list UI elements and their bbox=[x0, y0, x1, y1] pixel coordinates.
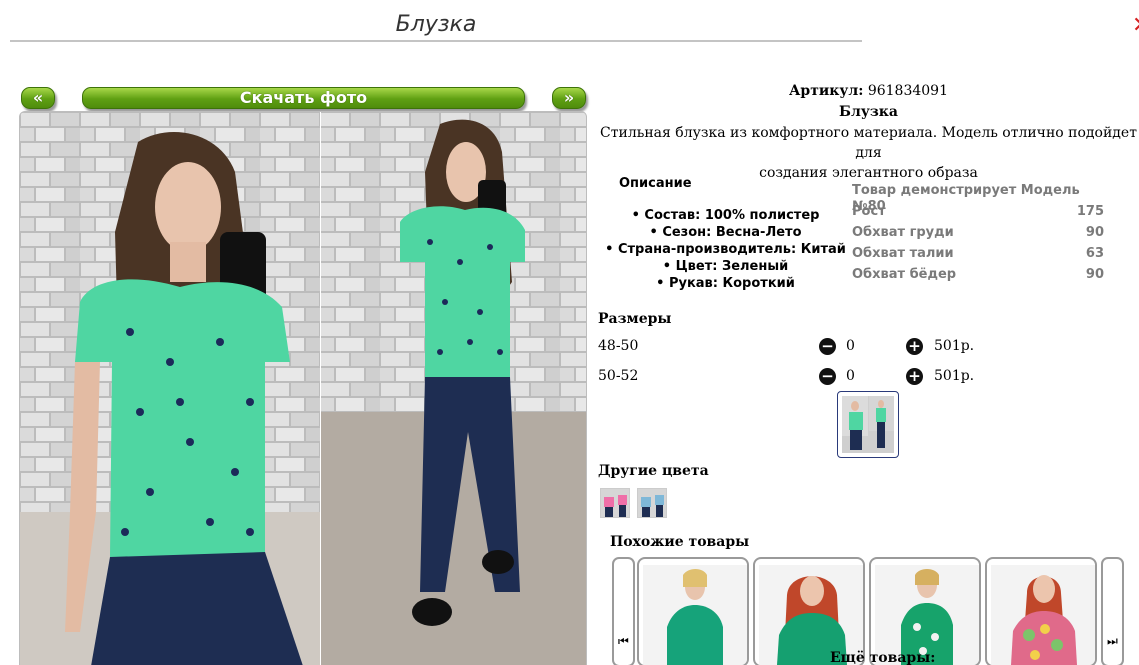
model-measurements: Товар демонстрирует Модель №80 Рост 175 … bbox=[852, 183, 1104, 288]
color-variant-blue[interactable] bbox=[637, 488, 667, 518]
product-description: Стильная блузка из комфортного материала… bbox=[598, 123, 1139, 183]
model-row: Обхват груди 90 bbox=[852, 225, 1104, 246]
article-label: Артикул: bbox=[789, 83, 864, 99]
size-label: 50-52 bbox=[598, 368, 639, 384]
details-item: Страна-производитель: Китай bbox=[598, 241, 853, 258]
similar-product-image bbox=[643, 565, 747, 665]
sizes-heading: Размеры bbox=[598, 311, 672, 327]
product-photo-image bbox=[20, 112, 586, 665]
details-item: Состав: 100% полистер bbox=[598, 207, 853, 224]
carousel-next-button[interactable]: ⏭ bbox=[1101, 557, 1124, 665]
increase-quantity-button[interactable]: + bbox=[906, 368, 923, 385]
quantity-value: 0 bbox=[846, 368, 855, 384]
previous-photo-button[interactable]: « bbox=[21, 87, 55, 109]
increase-quantity-button[interactable]: + bbox=[906, 338, 923, 355]
price: 501р. bbox=[934, 368, 975, 384]
model-row: Обхват талии 63 bbox=[852, 246, 1104, 267]
similar-heading: Похожие товары bbox=[610, 534, 750, 550]
model-row-value: 175 bbox=[1076, 204, 1104, 219]
product-photo bbox=[19, 111, 587, 665]
model-row-value: 90 bbox=[1085, 225, 1104, 240]
product-name: Блузка bbox=[839, 104, 898, 120]
details-item: Рукав: Короткий bbox=[598, 275, 853, 292]
model-row: Обхват бёдер 90 bbox=[852, 267, 1104, 288]
similar-product-card[interactable] bbox=[869, 557, 981, 665]
photo-thumbnail[interactable] bbox=[837, 391, 899, 458]
more-goods-link[interactable]: Ещё товары: bbox=[830, 650, 935, 665]
quantity-value: 0 bbox=[846, 338, 855, 354]
details-item: Сезон: Весна-Лето bbox=[598, 224, 853, 241]
photo-thumbnail-image bbox=[842, 396, 894, 453]
article-line: Артикул: 961834091 bbox=[598, 83, 1139, 99]
model-row-value: 90 bbox=[1085, 267, 1104, 282]
size-row: 48-50 − 0 + 501р. bbox=[598, 338, 998, 358]
article-value: 961834091 bbox=[867, 83, 948, 99]
close-icon[interactable]: ✕ bbox=[1132, 14, 1139, 38]
skip-forward-icon: ⏭ bbox=[1107, 634, 1118, 648]
model-row-label: Обхват груди bbox=[852, 225, 954, 240]
decrease-quantity-button[interactable]: − bbox=[819, 338, 836, 355]
details-heading: Описание bbox=[619, 176, 692, 191]
similar-product-card[interactable] bbox=[985, 557, 1097, 665]
color-variant-image bbox=[601, 489, 629, 517]
model-row-label: Обхват талии bbox=[852, 246, 954, 261]
details-item: Цвет: Зеленый bbox=[598, 258, 853, 275]
download-photo-button[interactable]: Скачать фото bbox=[82, 87, 525, 109]
model-row-label: Рост bbox=[852, 204, 886, 219]
other-colors-heading: Другие цвета bbox=[598, 463, 709, 479]
carousel-prev-button[interactable]: ⏮ bbox=[612, 557, 635, 665]
color-variant-pink[interactable] bbox=[600, 488, 630, 518]
size-row: 50-52 − 0 + 501р. bbox=[598, 368, 998, 388]
model-row-label: Обхват бёдер bbox=[852, 267, 957, 282]
model-heading: Товар демонстрирует Модель №80 bbox=[852, 183, 1080, 214]
model-row-value: 63 bbox=[1085, 246, 1104, 261]
decrease-quantity-button[interactable]: − bbox=[819, 368, 836, 385]
skip-back-icon: ⏮ bbox=[618, 634, 629, 648]
price: 501р. bbox=[934, 338, 975, 354]
next-photo-button[interactable]: » bbox=[552, 87, 586, 109]
similar-product-image bbox=[991, 565, 1095, 665]
details-list: Состав: 100% полистер Сезон: Весна-Лето … bbox=[598, 207, 853, 292]
model-row: Рост 175 bbox=[852, 204, 1104, 225]
size-label: 48-50 bbox=[598, 338, 639, 354]
color-variant-image bbox=[638, 489, 666, 517]
product-description-line: Стильная блузка из комфортного материала… bbox=[600, 125, 1137, 161]
page-title: Блузка bbox=[10, 10, 862, 42]
similar-product-card[interactable] bbox=[637, 557, 749, 665]
similar-product-card[interactable] bbox=[753, 557, 865, 665]
